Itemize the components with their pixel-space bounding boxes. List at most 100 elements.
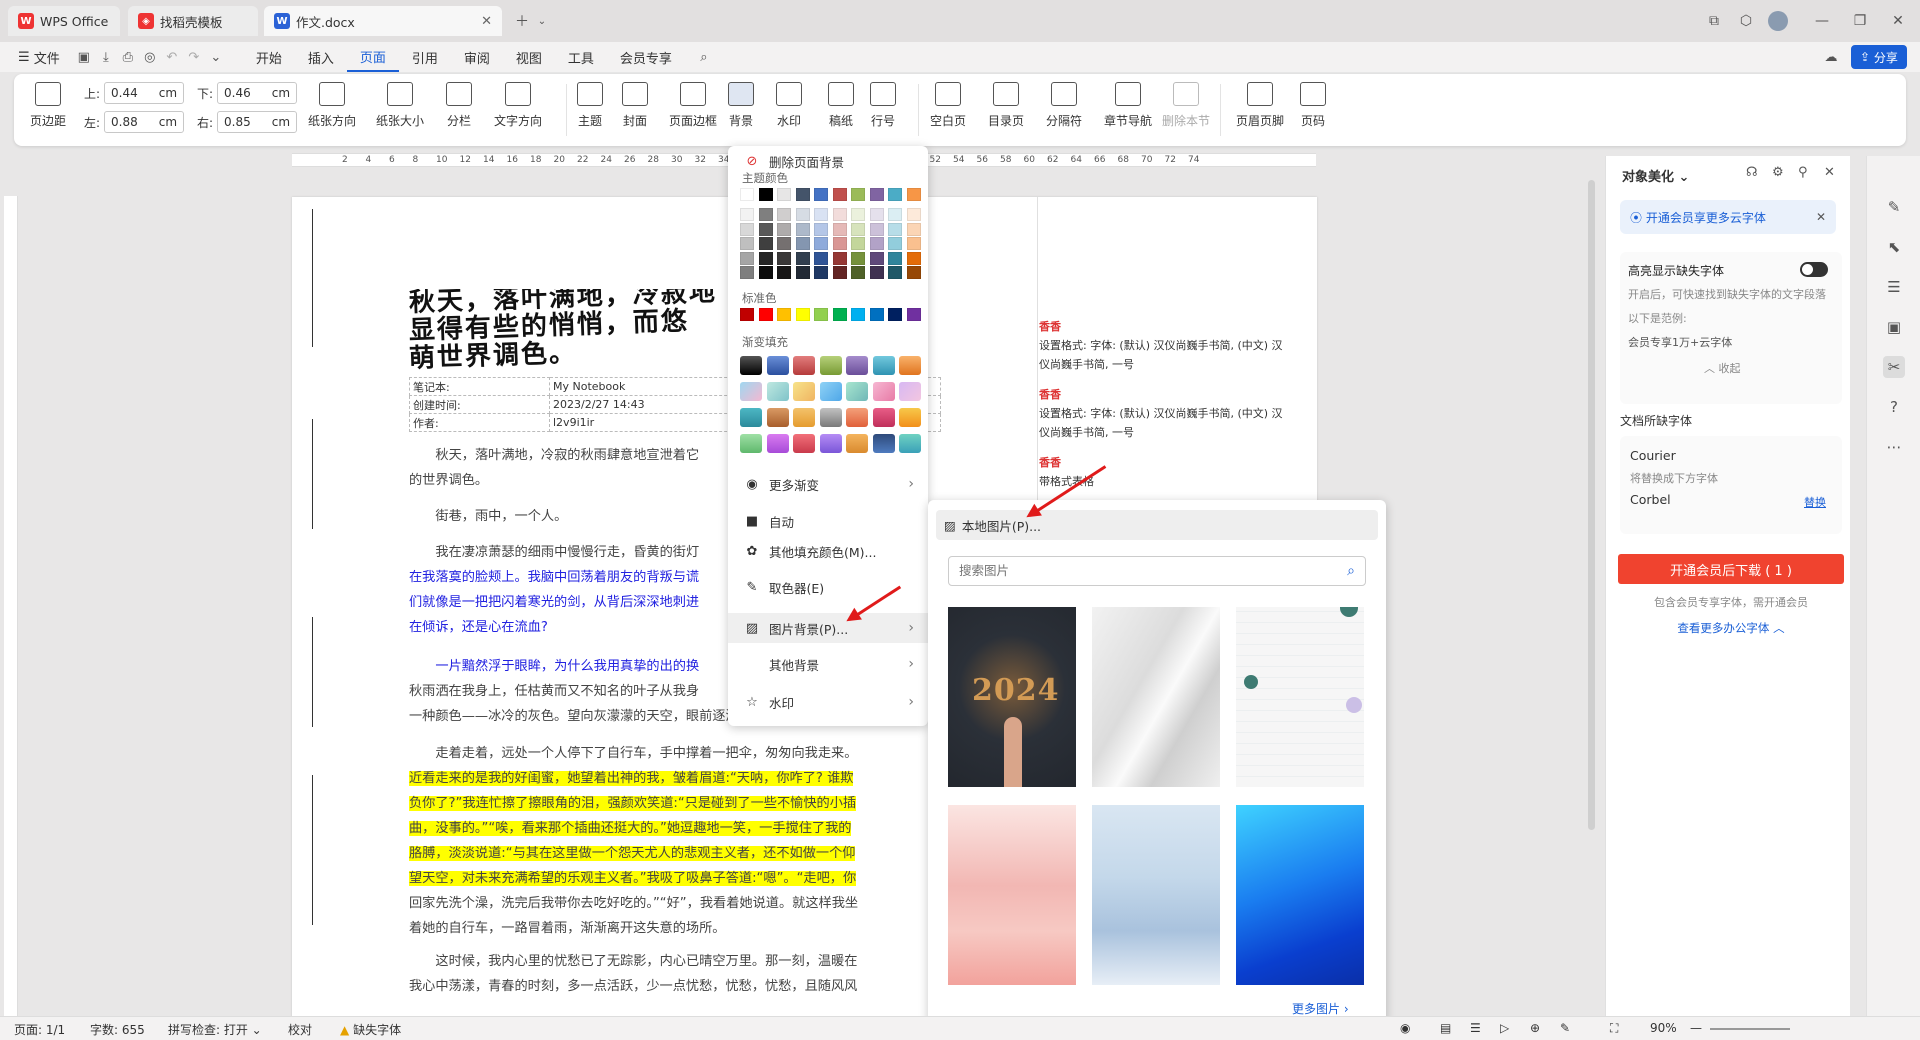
gradient-swatch[interactable]: [819, 382, 842, 401]
gradient-swatch[interactable]: [766, 356, 789, 375]
collapse-link[interactable]: ︿ 收起: [1704, 360, 1741, 376]
color-swatch[interactable]: [869, 208, 884, 221]
color-swatch[interactable]: [740, 188, 754, 201]
color-swatch[interactable]: [740, 266, 754, 279]
gradient-swatch[interactable]: [740, 382, 762, 401]
vertical-scrollbar[interactable]: [1588, 180, 1595, 830]
color-swatch[interactable]: [906, 222, 921, 236]
close-window-icon[interactable]: ✕: [1884, 8, 1912, 34]
gradient-swatch[interactable]: [819, 434, 842, 453]
gradient-swatch[interactable]: [819, 408, 842, 427]
proofread-button[interactable]: 校对: [288, 1021, 312, 1038]
color-swatch[interactable]: [888, 251, 902, 265]
menu-review[interactable]: 审阅: [451, 42, 503, 72]
tab-document[interactable]: W 作文.docx ✕: [264, 6, 502, 36]
color-swatch[interactable]: [777, 208, 791, 221]
eye-icon[interactable]: ◉: [1400, 1021, 1410, 1035]
color-swatch[interactable]: [832, 308, 847, 321]
orientation-button[interactable]: 纸张方向: [308, 82, 356, 129]
share-button[interactable]: ⇪ 分享: [1851, 45, 1907, 69]
separator-button[interactable]: 分隔符: [1046, 82, 1082, 129]
picture-thumb-geometric[interactable]: [1236, 607, 1364, 787]
close-tab-icon[interactable]: ✕: [481, 14, 492, 29]
vip-promo-banner[interactable]: ⦿ 开通会员享更多云字体 ✕: [1620, 200, 1836, 234]
color-swatch[interactable]: [851, 266, 865, 279]
color-swatch[interactable]: [888, 188, 902, 201]
gradient-swatch[interactable]: [872, 434, 895, 453]
paper-size-button[interactable]: 纸张大小: [376, 82, 424, 129]
zoom-out-icon[interactable]: —: [1690, 1021, 1702, 1035]
gradient-swatch[interactable]: [899, 434, 921, 453]
color-swatch[interactable]: [814, 188, 828, 201]
color-swatch[interactable]: [758, 266, 773, 279]
color-swatch[interactable]: [777, 222, 791, 236]
more-fonts-link[interactable]: 查看更多办公字体 ︿: [1606, 620, 1856, 636]
menu-member[interactable]: 会员专享: [607, 42, 685, 72]
color-swatch[interactable]: [758, 308, 773, 321]
menu-tools[interactable]: 工具: [555, 42, 607, 72]
comment-1[interactable]: 香香 设置格式: 字体: (默认) 汉仪尚巍手书简, (中文) 汉 仪尚巍手书简…: [1039, 317, 1283, 374]
gradient-swatch[interactable]: [872, 356, 895, 375]
margins-button[interactable]: 页边距: [30, 82, 66, 129]
gradient-swatch[interactable]: [819, 356, 842, 375]
search-icon[interactable]: ⌕: [693, 46, 715, 68]
color-swatch[interactable]: [832, 188, 847, 201]
local-picture-item[interactable]: ▨ 本地图片(P)...: [936, 510, 1378, 540]
toc-page-button[interactable]: 目录页: [988, 82, 1024, 129]
avatar[interactable]: [1764, 8, 1792, 34]
fit-icon[interactable]: ⛶: [1610, 1021, 1618, 1036]
gradient-swatch[interactable]: [846, 382, 868, 401]
color-swatch[interactable]: [906, 188, 921, 201]
gradient-swatch[interactable]: [846, 408, 868, 427]
top-margin-field[interactable]: 上: 0.44 cm: [84, 82, 185, 104]
word-count[interactable]: 字数: 655: [90, 1021, 145, 1038]
tab-template[interactable]: ◈ 找稻壳模板: [128, 6, 258, 36]
gradient-swatch[interactable]: [899, 408, 921, 427]
gradient-swatch[interactable]: [740, 356, 762, 375]
gradient-swatch[interactable]: [899, 356, 921, 375]
tab-wps-office[interactable]: W WPS Office: [8, 6, 120, 36]
color-swatch[interactable]: [869, 222, 884, 236]
section-nav-button[interactable]: 章节导航: [1104, 82, 1152, 129]
preview-icon[interactable]: ◎: [139, 46, 161, 68]
tab-list-icon[interactable]: ⌄: [528, 8, 556, 34]
color-swatch[interactable]: [758, 222, 773, 236]
color-swatch[interactable]: [869, 308, 884, 321]
gradient-swatch[interactable]: [740, 408, 762, 427]
comment-2[interactable]: 香香 设置格式: 字体: (默认) 汉仪尚巍手书简, (中文) 汉 仪尚巍手书简…: [1039, 385, 1283, 442]
zoom-level[interactable]: 90%: [1650, 1021, 1677, 1035]
gradient-swatch[interactable]: [846, 434, 868, 453]
color-swatch[interactable]: [795, 208, 810, 221]
line-number-button[interactable]: 行号: [870, 82, 896, 129]
minimize-icon[interactable]: —: [1808, 8, 1836, 34]
color-swatch[interactable]: [851, 237, 865, 250]
cover-button[interactable]: 封面: [622, 82, 648, 129]
headset-icon[interactable]: ☊: [1746, 165, 1758, 180]
image-edit-icon[interactable]: ▣: [1883, 316, 1905, 338]
color-swatch[interactable]: [795, 308, 810, 321]
color-swatch[interactable]: [832, 208, 847, 221]
color-swatch[interactable]: [758, 237, 773, 250]
beautify-icon[interactable]: ✂: [1883, 356, 1905, 378]
undo-icon[interactable]: ↶: [161, 46, 183, 68]
select-icon[interactable]: ⬉: [1883, 236, 1905, 258]
picture-search-input[interactable]: [959, 564, 1319, 578]
background-button[interactable]: 背景: [728, 82, 754, 129]
color-swatch[interactable]: [869, 237, 884, 250]
gradient-swatch[interactable]: [766, 408, 789, 427]
color-swatch[interactable]: [906, 208, 921, 221]
replace-link[interactable]: 替换: [1804, 494, 1826, 510]
delete-section-button[interactable]: 删除本节: [1162, 82, 1210, 129]
more-icon[interactable]: ⌄: [205, 46, 227, 68]
color-swatch[interactable]: [740, 237, 754, 250]
color-swatch[interactable]: [814, 222, 828, 236]
color-swatch[interactable]: [777, 188, 791, 201]
help-icon[interactable]: ?: [1883, 396, 1905, 418]
export-icon[interactable]: ⤓: [95, 46, 117, 68]
color-swatch[interactable]: [832, 222, 847, 236]
gear-icon[interactable]: ⚙: [1772, 165, 1784, 180]
close-panel-icon[interactable]: ✕: [1824, 165, 1835, 180]
window-icon[interactable]: ⧉: [1700, 8, 1728, 34]
play-icon[interactable]: ▷: [1500, 1021, 1509, 1035]
gradient-swatch[interactable]: [766, 382, 789, 401]
